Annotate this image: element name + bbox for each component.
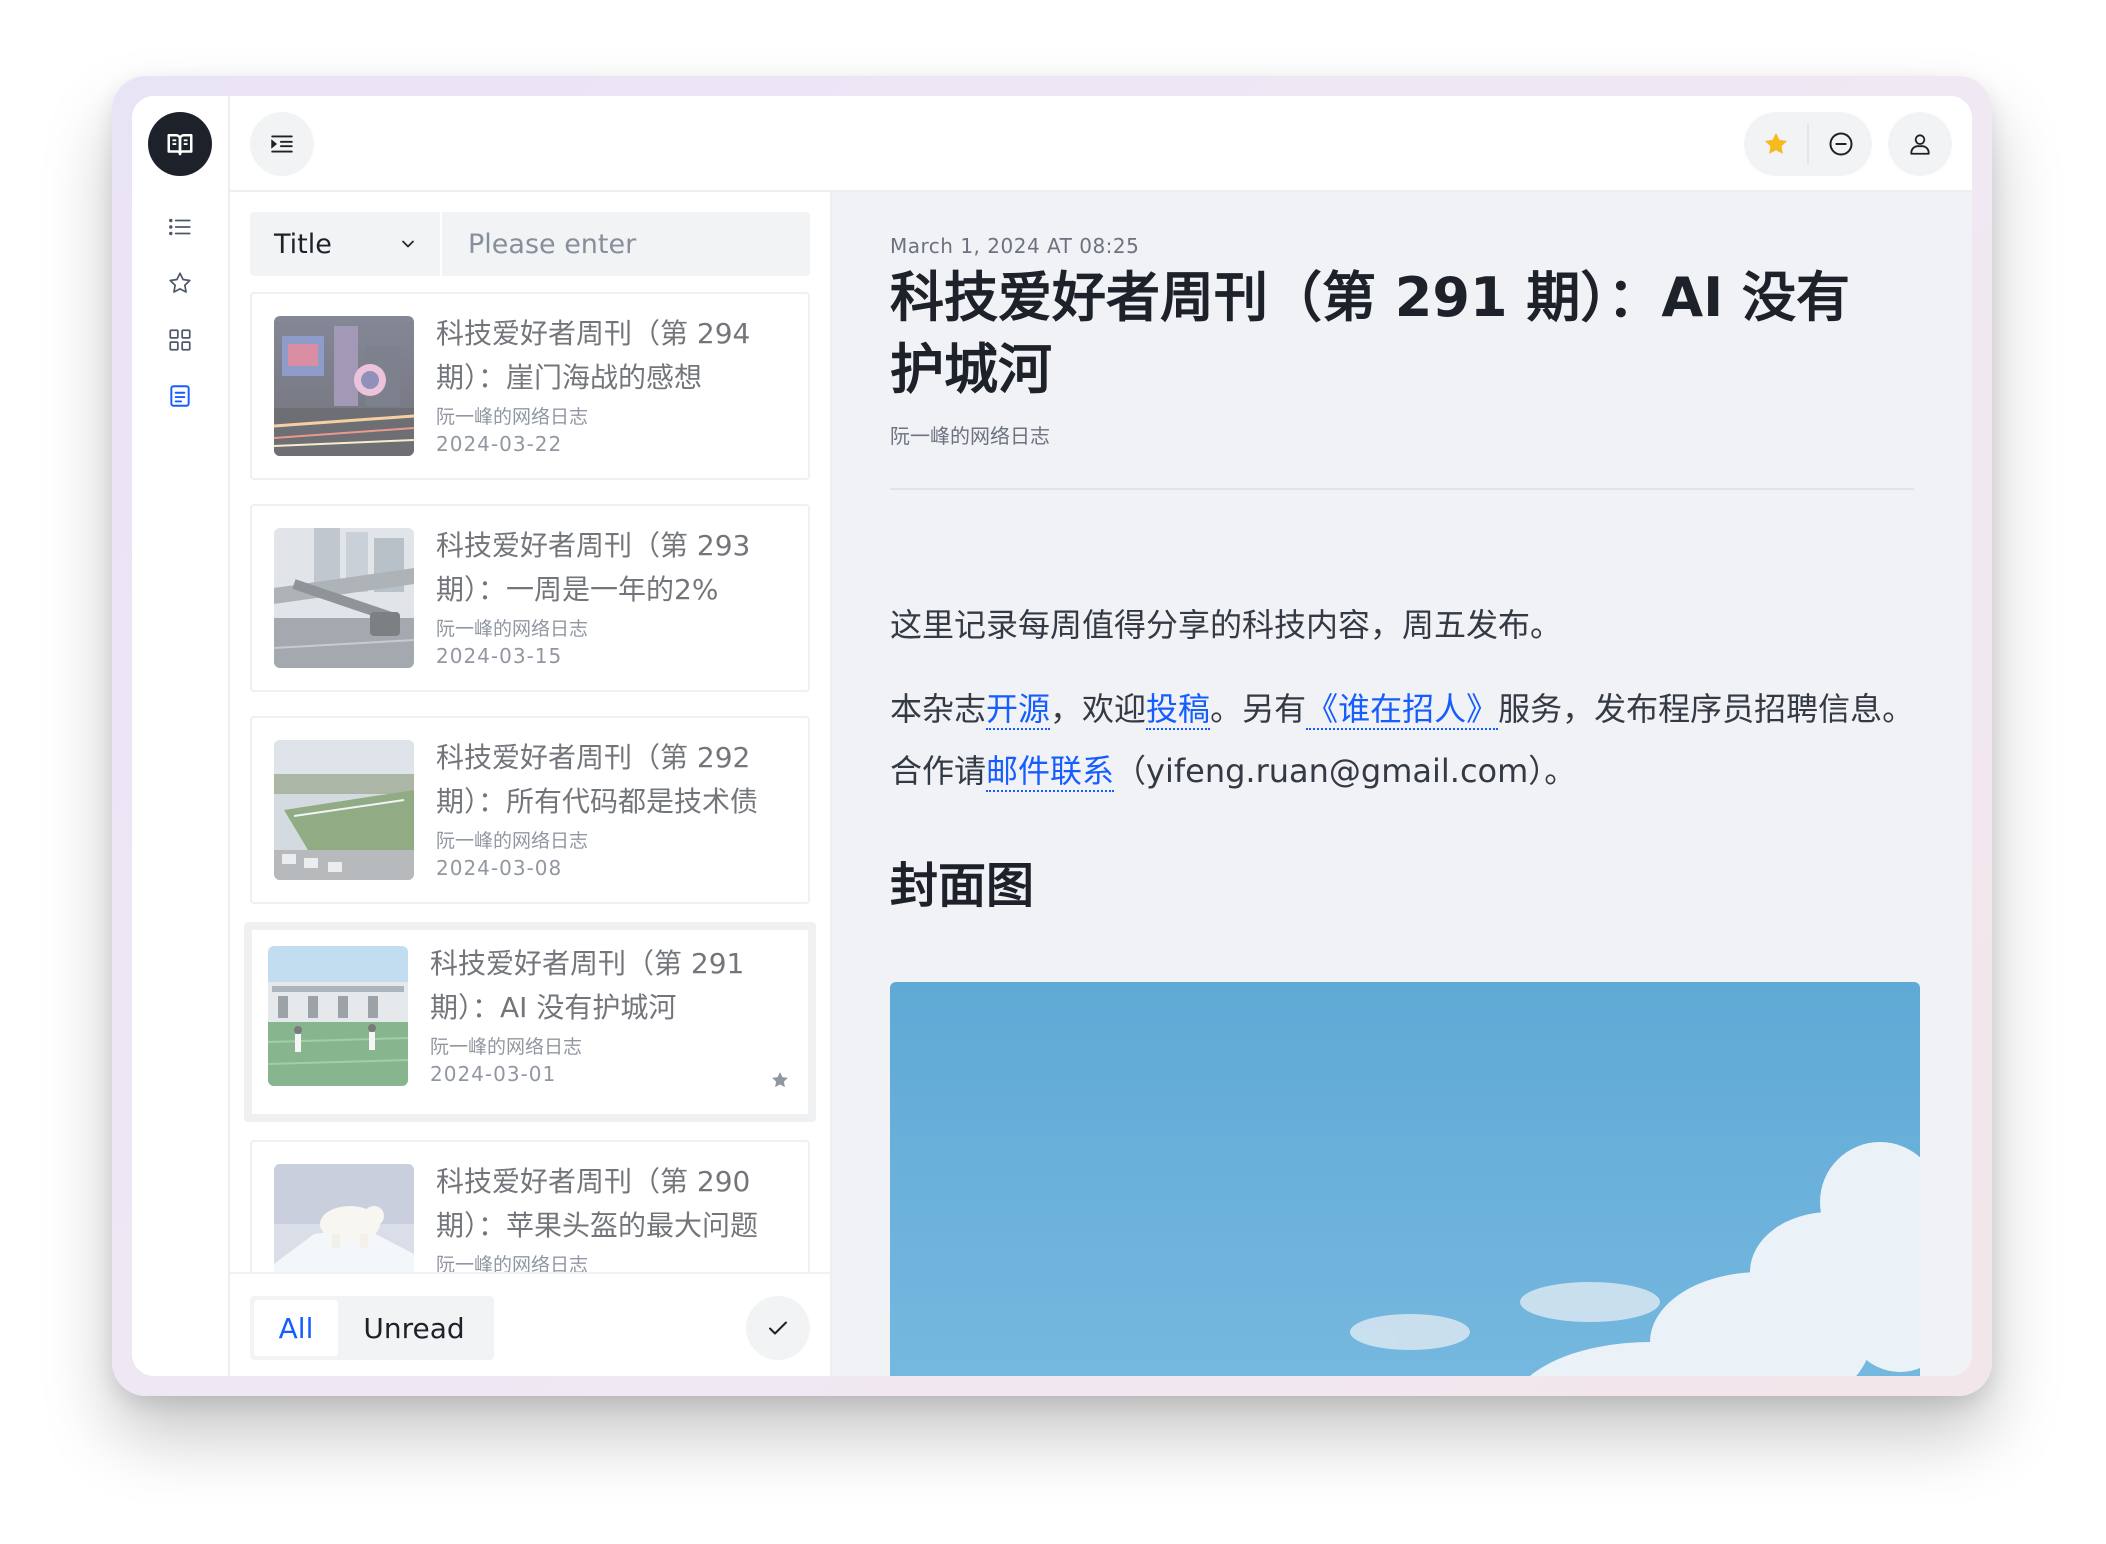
article-thumbnail <box>274 316 414 456</box>
nav-starred[interactable] <box>157 260 203 306</box>
divider <box>890 488 1914 490</box>
user-icon <box>1910 134 1930 155</box>
starred-indicator <box>770 1070 790 1094</box>
info-paragraph: 本杂志开源，欢迎投稿。另有《谁在招人》服务，发布程序员招聘信息。合作请邮件联系（… <box>890 678 1920 802</box>
article-feed: 阮一峰的网络日志 <box>436 1254 589 1272</box>
filter-unread-button[interactable]: Unread <box>338 1300 490 1356</box>
minus-circle-icon <box>1829 132 1852 156</box>
article-title: 科技爱好者周刊（第 293 期）：一周是一年的2% <box>436 529 751 606</box>
cover-image <box>890 982 1920 1376</box>
para-text: 本杂志 <box>890 690 987 728</box>
article-date: 2024-03-08 <box>436 856 563 880</box>
article-title: 科技爱好者周刊（第 290 期）：苹果头盔的最大问题 <box>436 1165 759 1242</box>
article-feed: 阮一峰的网络日志 <box>436 830 589 852</box>
open-book-icon <box>167 134 193 156</box>
search-field-label: Title <box>274 228 332 260</box>
article-thumbnail <box>274 528 414 668</box>
mark-all-read-button[interactable] <box>746 1296 810 1360</box>
nav-all-articles[interactable] <box>157 204 203 250</box>
article-title: 科技爱好者周刊（第 292 期）：所有代码都是技术债 <box>436 741 759 818</box>
article-actions <box>1744 112 1872 176</box>
para-text: 。另有 <box>1210 690 1307 728</box>
mark-unread-button[interactable] <box>1809 112 1872 176</box>
section-heading: 封面图 <box>890 858 1035 914</box>
article-date: March 1, 2024 AT 08:25 <box>890 234 1140 258</box>
article-feed: 阮一峰的网络日志 <box>436 618 589 640</box>
article-card[interactable]: 科技爱好者周刊（第 293 期）：一周是一年的2% 阮一峰的网络日志 2024-… <box>250 504 810 692</box>
toggle-sidebar-button[interactable] <box>250 112 314 176</box>
article-card-selected[interactable]: 科技爱好者周刊（第 291 期）：AI 没有护城河 阮一峰的网络日志 2024-… <box>244 922 816 1122</box>
submit-link[interactable]: 投稿 <box>1146 690 1211 730</box>
article-card[interactable]: 科技爱好者周刊（第 294 期）：崖门海战的感想 阮一峰的网络日志 2024-0… <box>250 292 810 480</box>
search-field-select[interactable]: Title <box>250 212 442 276</box>
app-logo[interactable] <box>148 112 212 176</box>
user-button[interactable] <box>1888 112 1952 176</box>
article-list: 科技爱好者周刊（第 294 期）：崖门海战的感想 阮一峰的网络日志 2024-0… <box>230 292 830 1272</box>
filter-all-button[interactable]: All <box>254 1300 338 1356</box>
article-feed-link[interactable]: 阮一峰的网络日志 <box>890 420 1050 449</box>
article-heading: 科技爱好者周刊（第 291 期）：AI 没有护城河 <box>890 266 1851 401</box>
article-card[interactable]: 科技爱好者周刊（第 290 期）：苹果头盔的最大问题 阮一峰的网络日志 <box>250 1140 810 1272</box>
article-thumbnail <box>268 946 408 1086</box>
article-thumbnail <box>274 1164 414 1272</box>
nav-rail <box>132 96 230 1376</box>
para-text: ，欢迎 <box>1050 690 1147 728</box>
document-icon <box>170 385 190 407</box>
open-source-link[interactable]: 开源 <box>986 690 1051 730</box>
hiring-link[interactable]: 《谁在招人》 <box>1306 690 1499 730</box>
article-date: 2024-03-01 <box>430 1062 557 1086</box>
article-list-pane: Title Please enter 科技爱好者周刊（第 294 期）：崖门海战… <box>230 192 832 1376</box>
nav-feeds[interactable] <box>157 317 203 363</box>
search-bar: Title <box>250 212 810 276</box>
list-footer: All Unread <box>230 1272 830 1376</box>
star-icon <box>169 272 191 293</box>
article-date: 2024-03-22 <box>436 432 563 456</box>
check-icon <box>769 1321 787 1335</box>
star-filled-icon <box>1764 132 1787 154</box>
para-text: （yifeng.ruan@gmail.com）。 <box>1114 752 1577 790</box>
article-card[interactable]: 科技爱好者周刊（第 292 期）：所有代码都是技术债 阮一峰的网络日志 2024… <box>250 716 810 904</box>
app-window: Title Please enter 科技爱好者周刊（第 294 期）：崖门海战… <box>112 76 1992 1396</box>
article-feed: 阮一峰的网络日志 <box>436 406 589 428</box>
intro-paragraph: 这里记录每周值得分享的科技内容，周五发布。 <box>890 606 1563 644</box>
top-bar <box>230 96 1972 192</box>
reader-app: Title Please enter 科技爱好者周刊（第 294 期）：崖门海战… <box>132 96 1972 1376</box>
article-feed: 阮一峰的网络日志 <box>430 1036 583 1058</box>
star-filled-icon <box>772 1072 788 1088</box>
article-date: 2024-03-15 <box>436 644 563 668</box>
email-link[interactable]: 邮件联系 <box>986 752 1115 792</box>
search-input[interactable] <box>442 212 810 276</box>
indent-menu-icon <box>271 135 293 153</box>
nav-articles[interactable] <box>157 373 203 419</box>
article-title: 科技爱好者周刊（第 291 期）：AI 没有护城河 <box>430 947 745 1024</box>
list-icon <box>169 218 191 236</box>
chevron-down-icon <box>402 240 414 248</box>
star-article-button[interactable] <box>1744 112 1807 176</box>
article-view: March 1, 2024 AT 08:25 科技爱好者周刊（第 291 期）：… <box>832 192 1972 1376</box>
article-thumbnail <box>274 740 414 880</box>
filter-toggle: All Unread <box>250 1296 494 1360</box>
grid-icon <box>169 329 191 351</box>
article-title: 科技爱好者周刊（第 294 期）：崖门海战的感想 <box>436 317 751 394</box>
